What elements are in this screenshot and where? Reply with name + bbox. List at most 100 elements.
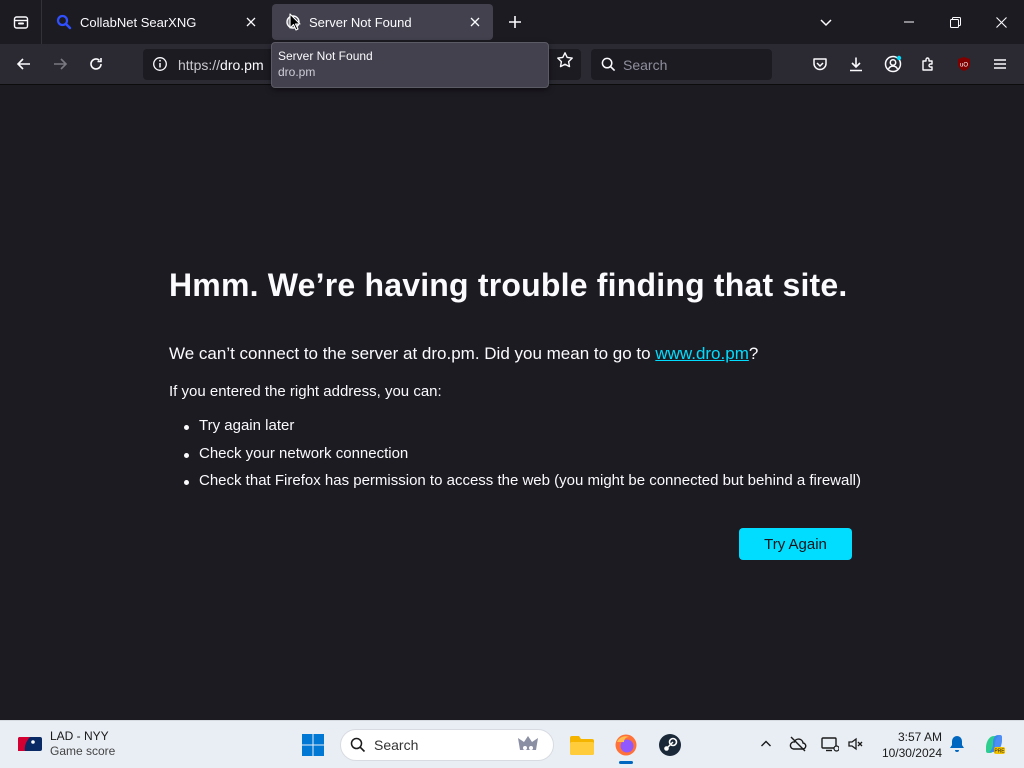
active-indicator: [619, 761, 633, 764]
taskbar-search[interactable]: Search: [340, 729, 554, 761]
forward-button[interactable]: [45, 49, 75, 79]
reload-icon: [90, 58, 102, 70]
list-item: Check your network connection: [184, 445, 861, 473]
star-icon: [557, 52, 573, 68]
list-item-text: Check your network connection: [199, 444, 409, 462]
copilot-button[interactable]: PRE: [981, 731, 1007, 757]
list-all-tabs-button[interactable]: [812, 8, 840, 36]
url-host: dro.pm: [220, 57, 264, 73]
bell-icon: [950, 736, 964, 752]
url-text: https://dro.pm: [178, 57, 264, 73]
app-menu-button[interactable]: [985, 49, 1015, 79]
search-highlight-icon: [518, 736, 538, 750]
pocket-button[interactable]: [805, 49, 835, 79]
minimize-button[interactable]: [886, 0, 932, 44]
new-tab-button[interactable]: [501, 8, 529, 36]
puzzle-icon: [922, 57, 933, 71]
start-button[interactable]: [297, 729, 329, 761]
tooltip-url: dro.pm: [278, 65, 316, 79]
search-icon: [350, 737, 366, 753]
info-icon[interactable]: [149, 53, 171, 75]
extensions-button[interactable]: [913, 49, 943, 79]
windows-logo-icon: [302, 734, 324, 756]
widgets-button[interactable]: LAD - NYY Game score: [18, 729, 115, 758]
list-item: Try again later: [184, 417, 861, 445]
plus-icon: [509, 16, 521, 28]
clock-time: 3:57 AM: [897, 730, 942, 744]
suggestions-list: Try again later Check your network conne…: [184, 417, 861, 500]
svg-text:PRE: PRE: [994, 749, 1005, 755]
chevron-up-icon: [761, 740, 771, 747]
tooltip-title: Server Not Found: [278, 49, 373, 63]
list-item: Check that Firefox has permission to acc…: [184, 472, 861, 500]
downloads-button[interactable]: [841, 49, 871, 79]
file-explorer-button[interactable]: [566, 729, 598, 761]
ublock-shield-icon: uO: [958, 57, 970, 71]
svg-text:uO: uO: [960, 63, 968, 69]
minimize-icon: [904, 21, 914, 23]
tab-searxng[interactable]: CollabNet SearXNG: [43, 4, 269, 40]
widget-subtitle: Game score: [50, 744, 116, 758]
bullet-icon: [184, 452, 189, 458]
account-icon: [884, 55, 902, 73]
list-item-text: Try again later: [199, 417, 295, 434]
restore-icon: [949, 16, 961, 28]
error-title: Hmm. We’re having trouble finding that s…: [169, 267, 848, 303]
network-tray-button[interactable]: [819, 733, 841, 755]
reload-button[interactable]: [81, 49, 111, 79]
bookmark-star-button[interactable]: [551, 49, 579, 71]
taskbar-search-placeholder: Search: [374, 737, 419, 753]
clock[interactable]: 3:57 AM 10/30/2024: [870, 729, 942, 761]
account-button[interactable]: [878, 49, 908, 79]
try-again-button[interactable]: Try Again: [739, 528, 852, 560]
volume-muted-icon: [848, 737, 863, 751]
steam-taskbar-button[interactable]: [654, 729, 686, 761]
ublock-origin-button[interactable]: uO: [949, 49, 979, 79]
search-bar[interactable]: Search: [591, 49, 772, 80]
bullet-icon: [184, 480, 189, 485]
pocket-icon: [813, 58, 827, 71]
tab-label: Server Not Found: [309, 14, 412, 30]
firefox-icon: [615, 734, 637, 756]
tab-strip: CollabNet SearXNG Server Not Found: [0, 0, 1024, 44]
close-icon: [995, 16, 1007, 28]
suggested-domain-link[interactable]: www.dro.pm: [655, 344, 749, 363]
volume-tray-button[interactable]: [844, 733, 866, 755]
copilot-icon: PRE: [986, 735, 1005, 755]
arrow-left-icon: [16, 58, 30, 70]
close-window-button[interactable]: [978, 0, 1024, 44]
chevron-down-icon: [820, 19, 832, 27]
list-item-text: Check that Firefox has permission to acc…: [199, 472, 862, 489]
firefox-taskbar-button[interactable]: [610, 729, 642, 764]
search-icon: [600, 57, 616, 73]
windows-taskbar: LAD - NYY Game score Search 3:57 AM 10/3…: [0, 720, 1024, 768]
show-hidden-icons-button[interactable]: [755, 733, 777, 755]
cloud-off-icon: [789, 736, 807, 752]
desc-suffix: ?: [748, 344, 759, 363]
suggestions-heading: If you entered the right address, you ca…: [169, 383, 442, 400]
desc-prefix: We can’t connect to the server at dro.pm…: [169, 344, 656, 363]
search-placeholder: Search: [623, 56, 668, 73]
clock-date: 10/30/2024: [881, 746, 942, 760]
download-icon: [850, 57, 862, 72]
widget-title: LAD - NYY: [50, 729, 109, 743]
close-tab-icon[interactable]: [463, 10, 487, 34]
firefox-view-icon: [13, 16, 28, 29]
url-scheme: https://: [178, 57, 221, 73]
folder-icon: [570, 736, 594, 755]
close-tab-icon[interactable]: [239, 10, 263, 34]
arrow-right-icon: [54, 58, 68, 70]
notifications-button[interactable]: [946, 733, 968, 755]
steam-icon: [659, 734, 681, 756]
restore-button[interactable]: [932, 0, 978, 44]
cloud-sync-tray-button[interactable]: [787, 733, 809, 755]
mlb-logo-icon: [18, 736, 42, 751]
network-icon: [821, 737, 839, 752]
firefox-view-button[interactable]: [0, 0, 42, 44]
back-button[interactable]: [9, 49, 39, 79]
tab-hover-tooltip: Server Not Found dro.pm: [271, 42, 549, 88]
mouse-cursor-icon: [289, 13, 301, 31]
error-description: We can’t connect to the server at dro.pm…: [169, 344, 758, 364]
tab-server-not-found[interactable]: Server Not Found: [272, 4, 493, 40]
hamburger-menu-icon: [994, 59, 1006, 69]
